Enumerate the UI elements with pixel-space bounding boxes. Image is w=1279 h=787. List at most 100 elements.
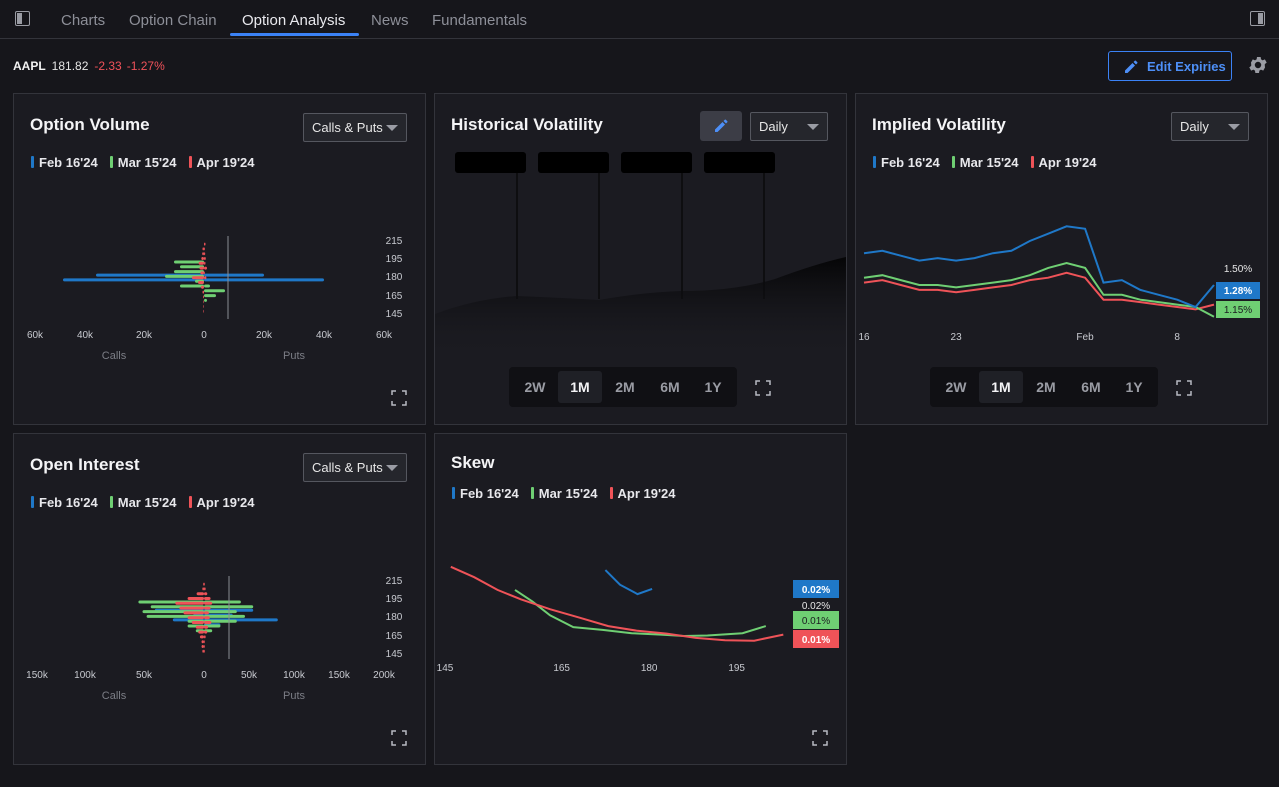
- hv-range-1y[interactable]: 1Y: [691, 371, 735, 403]
- right-sidebar-toggle-icon[interactable]: [1250, 11, 1265, 26]
- skew-title: Skew: [451, 453, 495, 472]
- x-tick-label: 60k: [27, 330, 44, 341]
- calls-bar: [175, 601, 204, 605]
- price-change: -2.33: [94, 59, 122, 73]
- price-change-percent: -1.27%: [126, 59, 165, 73]
- strike-tick-label: 165: [386, 291, 403, 302]
- legend-item-apr[interactable]: Apr 19'24: [188, 495, 255, 510]
- implied-volatility-interval-select[interactable]: Daily: [1171, 112, 1249, 141]
- hv-label-box: [455, 152, 526, 173]
- calls-axis-label: Calls: [102, 690, 127, 702]
- strike-tick-label: 195: [386, 594, 403, 605]
- tab-option-chain[interactable]: Option Chain: [129, 12, 217, 29]
- chevron-down-icon: [386, 465, 398, 471]
- puts-bar: [204, 587, 206, 591]
- calls-bar: [202, 587, 204, 591]
- open-interest-card: Open Interest Calls & Puts Feb 16'24 Mar …: [13, 433, 426, 765]
- option-volume-legend: Feb 16'24 Mar 15'24 Apr 19'24: [31, 155, 267, 170]
- x-tick-label: 100k: [74, 670, 97, 681]
- puts-bar: [204, 635, 206, 639]
- expand-icon[interactable]: [391, 390, 407, 406]
- draw-pencil-button[interactable]: [700, 111, 742, 141]
- hv-range-2m[interactable]: 2M: [603, 371, 647, 403]
- calls-bar: [203, 582, 204, 586]
- implied-volatility-legend: Feb 16'24 Mar 15'24 Apr 19'24: [873, 155, 1109, 170]
- expand-icon[interactable]: [1176, 380, 1192, 396]
- hv-range-6m[interactable]: 6M: [648, 371, 692, 403]
- historical-volatility-interval-select[interactable]: Daily: [750, 112, 828, 141]
- x-tick-label: 100k: [283, 670, 306, 681]
- open-interest-filter-select[interactable]: Calls & Puts: [303, 453, 407, 482]
- hv-range-2w[interactable]: 2W: [513, 371, 557, 403]
- calls-bar: [183, 611, 204, 615]
- x-tick-label: 50k: [136, 670, 153, 681]
- settings-gear-icon[interactable]: [1247, 54, 1269, 76]
- ticker-symbol: AAPL: [13, 59, 46, 73]
- legend-item-apr[interactable]: Apr 19'24: [1030, 155, 1097, 170]
- top-bar: Charts Option Chain Option Analysis News…: [0, 0, 1279, 39]
- calls-bar: [203, 295, 204, 299]
- tab-option-analysis[interactable]: Option Analysis: [242, 12, 345, 29]
- legend-item-feb[interactable]: Feb 16'24: [31, 495, 98, 510]
- puts-bar: [204, 284, 210, 288]
- legend-item-mar[interactable]: Mar 15'24: [951, 155, 1019, 170]
- implied-volatility-card: Implied Volatility Daily Feb 16'24 Mar 15…: [855, 93, 1268, 425]
- edit-expiries-button[interactable]: Edit Expiries: [1108, 51, 1232, 81]
- puts-axis-label: Puts: [283, 690, 306, 702]
- legend-item-mar[interactable]: Mar 15'24: [109, 155, 177, 170]
- x-tick-label: 150k: [26, 670, 49, 681]
- hv-range-1m[interactable]: 1M: [558, 371, 602, 403]
- legend-item-apr[interactable]: Apr 19'24: [188, 155, 255, 170]
- expand-icon[interactable]: [391, 730, 407, 746]
- option-volume-filter-select[interactable]: Calls & Puts: [303, 113, 407, 142]
- puts-bar: [204, 616, 210, 620]
- expand-icon[interactable]: [755, 380, 771, 396]
- expand-icon[interactable]: [812, 730, 828, 746]
- tab-news[interactable]: News: [371, 12, 409, 29]
- calls-bar: [192, 276, 204, 280]
- iv-range-2w[interactable]: 2W: [934, 371, 978, 403]
- left-sidebar-toggle-icon[interactable]: [15, 11, 30, 26]
- skew-mar-badge-label: 0.01%: [802, 616, 830, 627]
- legend-item-mar[interactable]: Mar 15'24: [109, 495, 177, 510]
- calls-bar: [199, 635, 204, 639]
- legend-item-mar[interactable]: Mar 15'24: [530, 486, 598, 501]
- puts-bar: [204, 611, 209, 615]
- hv-range-selector: 2W 1M 2M 6M 1Y: [509, 367, 737, 407]
- calls-bar: [180, 284, 204, 288]
- iv-range-6m[interactable]: 6M: [1069, 371, 1113, 403]
- edit-expiries-label: Edit Expiries: [1147, 59, 1226, 74]
- chevron-down-icon: [1228, 124, 1240, 130]
- calls-bar: [200, 271, 204, 275]
- tab-fundamentals[interactable]: Fundamentals: [432, 12, 527, 29]
- calls-bar: [202, 649, 204, 653]
- hv-label-box: [621, 152, 692, 173]
- historical-volatility-title: Historical Volatility: [451, 115, 603, 134]
- legend-item-feb[interactable]: Feb 16'24: [873, 155, 940, 170]
- x-tick-label: 165: [553, 663, 570, 674]
- puts-bar: [204, 261, 206, 265]
- calls-bar: [202, 252, 204, 256]
- calls-bar: [201, 640, 204, 644]
- puts-bar: [204, 257, 206, 260]
- x-tick-label: 8: [1174, 332, 1180, 343]
- iv-range-2m[interactable]: 2M: [1024, 371, 1068, 403]
- legend-item-apr[interactable]: Apr 19'24: [609, 486, 676, 501]
- skew-series-line: [514, 589, 767, 638]
- calls-bar: [201, 645, 204, 648]
- x-tick-label: 200k: [373, 670, 396, 681]
- x-tick-label: 195: [728, 663, 745, 674]
- legend-item-feb[interactable]: Feb 16'24: [452, 486, 519, 501]
- legend-item-feb[interactable]: Feb 16'24: [31, 155, 98, 170]
- skew-legend: Feb 16'24 Mar 15'24 Apr 19'24: [452, 486, 688, 501]
- puts-bar: [204, 625, 209, 629]
- x-tick-label: 40k: [77, 330, 94, 341]
- puts-bar: [204, 606, 211, 610]
- iv-range-1y[interactable]: 1Y: [1112, 371, 1156, 403]
- skew-chart: 145 165 180 195 0.02% 0.02% 0.01% 0.01%: [437, 565, 839, 674]
- puts-bar: [204, 294, 216, 298]
- puts-bar: [204, 289, 225, 293]
- puts-bar: [204, 645, 205, 648]
- iv-range-1m[interactable]: 1M: [979, 371, 1023, 403]
- tab-charts[interactable]: Charts: [61, 12, 105, 29]
